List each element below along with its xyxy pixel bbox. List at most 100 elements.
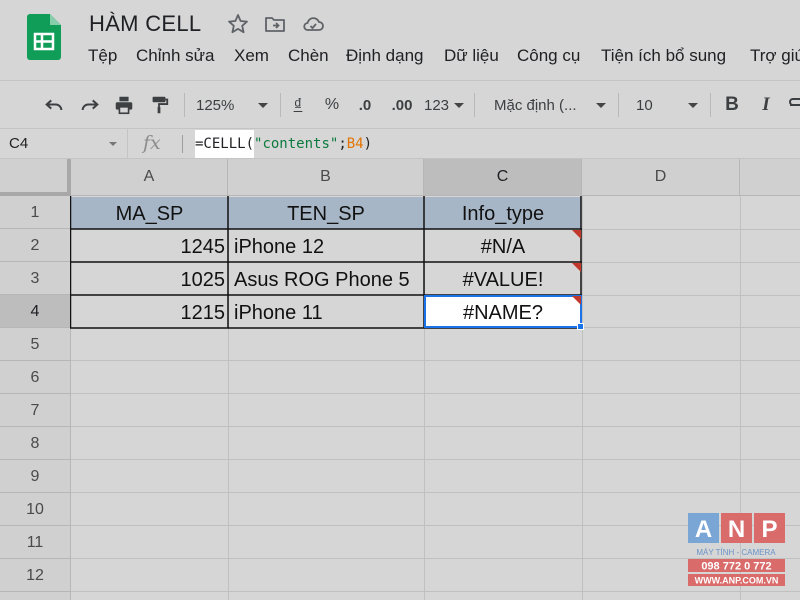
undo-icon[interactable] — [42, 93, 66, 117]
chevron-down-icon — [454, 102, 464, 108]
increase-decimal-button[interactable]: .00 — [388, 93, 416, 117]
watermark-letter-n: N — [728, 516, 745, 543]
cell-a4[interactable]: 1215 — [71, 302, 226, 325]
strikethrough-icon[interactable] — [788, 93, 800, 117]
row-header-8[interactable]: 8 — [0, 427, 71, 460]
sheets-logo-icon[interactable] — [27, 14, 61, 60]
toolbar-divider — [280, 93, 281, 117]
watermark-tagline: MÁY TÍNH - CAMERA — [696, 548, 776, 557]
column-header-b[interactable]: B — [228, 159, 424, 196]
row-header-9[interactable]: 9 — [0, 460, 71, 493]
row-header-1[interactable]: 1 — [0, 196, 71, 229]
row-header-7[interactable]: 7 — [0, 394, 71, 427]
menu-data[interactable]: Dữ liệu — [444, 46, 499, 66]
document-title[interactable]: HÀM CELL — [89, 11, 201, 37]
zoom-select[interactable]: 125% — [196, 93, 268, 117]
formula-separator: ; — [338, 136, 347, 152]
cell-b3[interactable]: Asus ROG Phone 5 — [234, 269, 410, 292]
row-header-5[interactable]: 5 — [0, 328, 71, 361]
font-size-select[interactable]: 10 — [636, 93, 698, 117]
menu-addons[interactable]: Tiện ích bổ sung — [601, 46, 726, 66]
row-header-10[interactable]: 10 — [0, 493, 71, 526]
grid-line — [582, 229, 800, 230]
watermark-website: WWW.ANP.COM.VN — [695, 576, 779, 586]
name-box[interactable]: C4 — [0, 129, 128, 159]
currency-format-button[interactable]: ₫ — [288, 93, 308, 117]
fill-handle[interactable] — [577, 323, 584, 330]
toolbar: 125% ₫ % .0 .00 123 Mặc định (... 10 B I — [0, 80, 800, 128]
header-cell-ten-sp[interactable]: TEN_SP — [228, 203, 424, 226]
more-formats-select[interactable]: 123 — [424, 93, 464, 117]
percent-format-button[interactable]: % — [322, 93, 342, 117]
chevron-down-icon — [258, 102, 268, 108]
formula-input[interactable]: =CELLL("contents";B4) — [195, 130, 372, 158]
cell-c4[interactable]: #NAME? — [424, 302, 582, 325]
row-header-6[interactable]: 6 — [0, 361, 71, 394]
chevron-down-icon — [688, 102, 698, 108]
move-folder-icon[interactable] — [263, 12, 287, 36]
grid-line — [71, 459, 800, 460]
grid-line — [582, 262, 800, 263]
watermark-phone: 098 772 0 772 — [701, 561, 771, 573]
decrease-decimal-button[interactable]: .0 — [354, 93, 376, 117]
anp-watermark-logo: A N P MÁY TÍNH - CAMERA 098 772 0 772 WW… — [688, 513, 788, 593]
select-all-corner[interactable] — [0, 159, 71, 196]
column-header-a[interactable]: A — [71, 159, 228, 196]
font-family-select[interactable]: Mặc định (... — [494, 93, 606, 117]
grid-line — [71, 426, 800, 427]
grid-line — [71, 393, 800, 394]
zoom-value: 125% — [196, 96, 235, 114]
star-icon[interactable] — [226, 12, 250, 36]
grid-line — [582, 196, 583, 600]
font-size-value: 10 — [636, 96, 653, 114]
formula-divider — [182, 135, 183, 153]
print-icon[interactable] — [112, 93, 136, 117]
toolbar-divider — [710, 93, 711, 117]
row-header-11[interactable]: 11 — [0, 526, 71, 559]
fx-icon: fx — [143, 132, 161, 154]
menu-file[interactable]: Tệp — [88, 46, 117, 66]
formula-string-arg: "contents" — [254, 136, 339, 152]
header-cell-info-type[interactable]: Info_type — [424, 203, 582, 226]
row-header-3[interactable]: 3 — [0, 262, 71, 295]
cell-c2[interactable]: #N/A — [424, 236, 582, 259]
error-marker-icon — [572, 296, 581, 305]
bold-button[interactable]: B — [722, 93, 742, 117]
formula-reference-arg: B4 — [346, 136, 364, 152]
menu-edit[interactable]: Chỉnh sửa — [136, 46, 214, 66]
toolbar-divider — [184, 93, 185, 117]
cell-a3[interactable]: 1025 — [71, 269, 226, 292]
row-header-12[interactable]: 12 — [0, 559, 71, 592]
paint-format-icon[interactable] — [147, 93, 171, 117]
chevron-down-icon — [596, 102, 606, 108]
column-header-d[interactable]: D — [582, 159, 740, 196]
row-header-2[interactable]: 2 — [0, 229, 71, 262]
column-header-c[interactable]: C — [424, 159, 582, 196]
cell-a2[interactable]: 1245 — [71, 236, 226, 259]
redo-icon[interactable] — [78, 93, 102, 117]
menu-insert[interactable]: Chèn — [288, 46, 329, 66]
menu-view[interactable]: Xem — [234, 46, 269, 66]
row-header-13[interactable] — [0, 592, 71, 600]
toolbar-divider — [474, 93, 475, 117]
formula-close-paren: ) — [363, 136, 373, 152]
toolbar-divider — [618, 93, 619, 117]
header-cell-ma-sp[interactable]: MA_SP — [71, 203, 228, 226]
chevron-down-icon — [109, 142, 117, 146]
cell-reference: C4 — [9, 135, 29, 152]
watermark-letter-a: A — [695, 516, 712, 543]
cell-b2[interactable]: iPhone 12 — [234, 236, 324, 259]
column-header-e[interactable] — [740, 159, 800, 196]
cloud-saved-icon[interactable] — [301, 12, 325, 36]
grid-line — [71, 360, 800, 361]
cell-c3[interactable]: #VALUE! — [424, 269, 582, 292]
font-family-value: Mặc định (... — [494, 96, 577, 114]
menu-tools[interactable]: Công cụ — [517, 46, 580, 66]
formula-function: =CELLL( — [195, 130, 255, 158]
title-bar: HÀM CELL Tệp Chỉnh sửa Xem Chèn Định dạn… — [0, 0, 800, 80]
italic-button[interactable]: I — [756, 93, 776, 117]
menu-help[interactable]: Trợ giú — [750, 46, 800, 66]
menu-format[interactable]: Định dạng — [346, 46, 424, 66]
row-header-4[interactable]: 4 — [0, 295, 71, 328]
cell-b4[interactable]: iPhone 11 — [234, 302, 323, 325]
